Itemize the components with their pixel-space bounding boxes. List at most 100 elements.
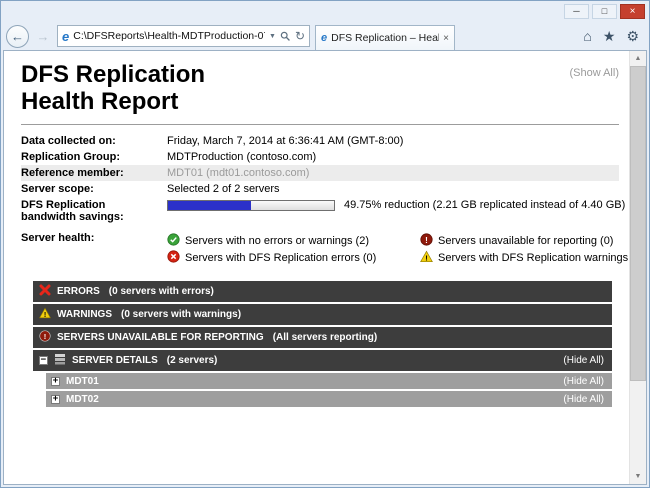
minimize-button[interactable]: ─ (564, 4, 589, 19)
section-title: SERVER DETAILS (72, 355, 158, 366)
maximize-icon: □ (602, 7, 607, 16)
section-title: SERVERS UNAVAILABLE FOR REPORTING (57, 332, 264, 343)
info-row-server-scope: Server scope: Selected 2 of 2 servers (21, 181, 619, 197)
maximize-button[interactable]: □ (592, 4, 617, 19)
health-item-ok: Servers with no errors or warnings (2) (167, 233, 410, 249)
search-icon[interactable] (280, 31, 291, 42)
unavailable-circle-icon: ! (420, 233, 433, 249)
expand-toggle-icon[interactable]: + (51, 395, 60, 404)
field-label: Reference member: (21, 167, 167, 179)
health-item-unavailable: ! Servers unavailable for reporting (0) (420, 233, 629, 249)
browser-tab[interactable]: e DFS Replication – Health Re... × (315, 25, 455, 50)
section-subtitle: (0 servers with warnings) (121, 309, 241, 320)
server-name: MDT02 (66, 394, 99, 405)
bandwidth-text: 49.75% reduction (2.21 GB replicated ins… (344, 199, 625, 211)
address-bar[interactable]: e C:\DFSReports\Health-MDTProduction-07M… (57, 25, 310, 47)
refresh-icon[interactable]: ↻ (295, 29, 305, 43)
report-page: DFS Replication Health Report (Show All)… (4, 51, 629, 484)
hide-all-link[interactable]: (Hide All) (563, 394, 604, 405)
home-icon[interactable]: ⌂ (583, 29, 591, 43)
field-label: Data collected on: (21, 135, 167, 147)
section-title: ERRORS (57, 286, 100, 297)
settings-gear-icon[interactable]: ⚙ (626, 29, 639, 43)
section-warnings[interactable]: ! WARNINGS (0 servers with warnings) (33, 304, 612, 325)
error-x-icon (39, 284, 51, 299)
scroll-down-icon[interactable]: ▼ (630, 469, 646, 484)
field-value: Friday, March 7, 2014 at 6:36:41 AM (GMT… (167, 135, 403, 147)
field-label: DFS Replication bandwidth savings: (21, 199, 167, 223)
page-viewport: DFS Replication Health Report (Show All)… (3, 50, 647, 485)
health-item-label: Servers with DFS Replication errors (0) (185, 252, 376, 264)
collapse-toggle-icon[interactable]: − (39, 356, 48, 365)
back-button[interactable]: ← (6, 25, 29, 48)
expand-toggle-icon[interactable]: + (51, 377, 60, 386)
server-health-grid: Servers with no errors or warnings (2) S… (167, 232, 629, 266)
page-title-line2: Health Report (21, 88, 205, 115)
svg-text:!: ! (425, 253, 428, 262)
server-name: MDT01 (66, 376, 99, 387)
server-icon (54, 353, 66, 368)
browser-toolbar: ← → e C:\DFSReports\Health-MDTProduction… (1, 22, 649, 50)
section-subtitle: (All servers reporting) (273, 332, 377, 343)
toolbar-right-icons: ⌂ ★ ⚙ (583, 29, 643, 43)
title-bar: ─ □ × (1, 1, 649, 22)
browser-window: ─ □ × ← → e C:\DFSReports\Health-MDTProd… (0, 0, 650, 488)
back-arrow-icon: ← (11, 29, 24, 44)
health-item-warnings: ! Servers with DFS Replication warnings … (420, 250, 629, 266)
server-row-mdt02[interactable]: + MDT02 (Hide All) (46, 391, 612, 407)
section-subtitle: (2 servers) (167, 355, 218, 366)
vertical-scrollbar[interactable]: ▲ ▼ (629, 51, 646, 484)
field-label: Server health: (21, 232, 167, 244)
section-server-details[interactable]: − SERVER DETAILS (2 servers) (Hide All) (33, 350, 612, 371)
error-circle-icon (167, 250, 180, 266)
field-value: MDTProduction (contoso.com) (167, 151, 316, 163)
info-row-reference-member: Reference member: MDT01 (mdt01.contoso.c… (21, 165, 619, 181)
unavailable-circle-icon: ! (39, 330, 51, 345)
bandwidth-progress-bar (167, 200, 335, 211)
info-row-bandwidth: DFS Replication bandwidth savings: 49.75… (21, 197, 619, 225)
warning-triangle-icon: ! (420, 250, 433, 266)
svg-text:!: ! (44, 311, 46, 319)
tab-close-icon[interactable]: × (443, 33, 449, 44)
server-row-mdt01[interactable]: + MDT01 (Hide All) (46, 373, 612, 389)
scroll-thumb[interactable] (630, 66, 646, 381)
tab-title: DFS Replication – Health Re... (331, 32, 439, 44)
section-subtitle: (0 servers with errors) (109, 286, 214, 297)
section-errors[interactable]: ERRORS (0 servers with errors) (33, 281, 612, 302)
server-rows: + MDT01 (Hide All) + MDT02 (Hide All) (46, 373, 612, 407)
forward-button[interactable]: → (34, 29, 52, 44)
close-icon: × (630, 7, 636, 17)
show-all-link[interactable]: (Show All) (569, 67, 619, 79)
page-title-line1: DFS Replication (21, 61, 205, 88)
report-header: DFS Replication Health Report (Show All) (21, 61, 619, 115)
info-row-server-health: Server health: Servers with no errors or… (21, 230, 619, 268)
health-item-label: Servers with DFS Replication warnings (0… (438, 252, 629, 264)
address-url[interactable]: C:\DFSReports\Health-MDTProduction-07M (73, 30, 265, 42)
bandwidth-bar-fill (168, 201, 251, 210)
health-item-label: Servers with no errors or warnings (2) (185, 235, 369, 247)
info-row-replication-group: Replication Group: MDTProduction (contos… (21, 149, 619, 165)
minimize-icon: ─ (573, 7, 579, 16)
scroll-up-icon[interactable]: ▲ (630, 51, 646, 66)
hide-all-link[interactable]: (Hide All) (563, 376, 604, 387)
svg-text:!: ! (44, 332, 47, 341)
close-button[interactable]: × (620, 4, 645, 19)
forward-arrow-icon: → (37, 29, 50, 44)
field-value: Selected 2 of 2 servers (167, 183, 280, 195)
header-divider (21, 124, 619, 125)
bandwidth-value: 49.75% reduction (2.21 GB replicated ins… (167, 199, 625, 211)
hide-all-link[interactable]: (Hide All) (563, 355, 604, 366)
check-circle-icon (167, 233, 180, 249)
ie-favicon-icon: e (62, 30, 69, 43)
health-item-errors: Servers with DFS Replication errors (0) (167, 250, 410, 266)
warning-triangle-icon: ! (39, 307, 51, 322)
field-label: Server scope: (21, 183, 167, 195)
favorites-star-icon[interactable]: ★ (603, 29, 616, 43)
field-value: MDT01 (mdt01.contoso.com) (167, 167, 309, 179)
tab-favicon-icon: e (321, 33, 327, 44)
caption-buttons: ─ □ × (564, 4, 645, 19)
health-item-label: Servers unavailable for reporting (0) (438, 235, 613, 247)
address-dropdown-icon[interactable]: ▼ (269, 33, 276, 40)
field-label: Replication Group: (21, 151, 167, 163)
section-unavailable[interactable]: ! SERVERS UNAVAILABLE FOR REPORTING (All… (33, 327, 612, 348)
